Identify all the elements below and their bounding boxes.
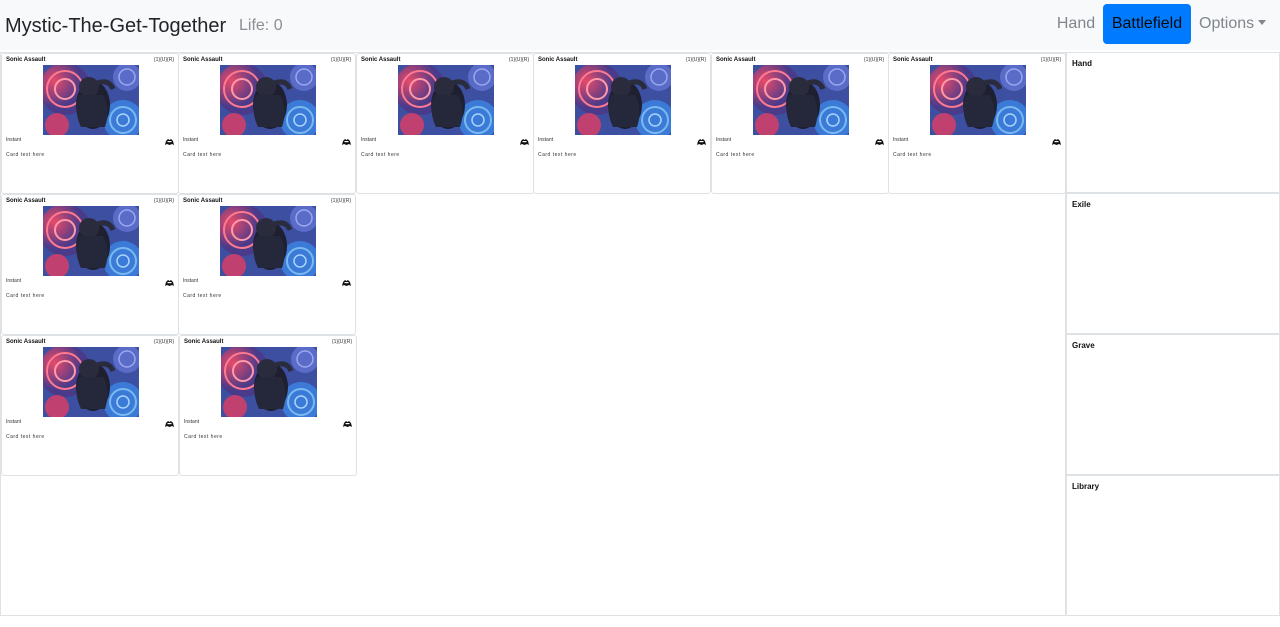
battlefield-card[interactable]: Sonic Assault {1}{U}{R} Instant Card tex… — [888, 53, 1066, 194]
nav-battlefield-link[interactable]: Battlefield — [1103, 4, 1191, 44]
card-text: Card text here — [6, 152, 45, 158]
card-text: Card text here — [6, 293, 45, 299]
card-art-image — [43, 206, 139, 276]
life-counter: Life: 0 — [239, 17, 283, 34]
card-mana-cost: {1}{U}{R} — [1040, 57, 1061, 63]
exile-zone[interactable]: Exile — [1066, 193, 1280, 334]
battlefield-card[interactable]: Sonic Assault {1}{U}{R} Instant Card tex… — [178, 53, 356, 194]
card-art-image — [220, 206, 316, 276]
options-dropdown[interactable]: Options — [1196, 4, 1272, 44]
card-art-image — [753, 65, 849, 135]
battlefield-card[interactable]: Sonic Assault {1}{U}{R} Instant Card tex… — [356, 53, 534, 194]
set-symbol-icon — [164, 415, 175, 427]
app-title[interactable]: Mystic-The-Get-Together — [5, 13, 226, 39]
card-name: Sonic Assault — [6, 57, 46, 63]
card-type: Instant — [183, 137, 199, 143]
set-symbol-icon — [519, 133, 530, 145]
top-navbar: Mystic-The-Get-Together Life: 0 Hand Bat… — [0, 0, 1280, 50]
card-art — [753, 65, 849, 135]
card-text: Card text here — [361, 152, 400, 158]
library-zone-label: Library — [1072, 482, 1100, 491]
card-name: Sonic Assault — [6, 198, 46, 204]
card-mana-cost: {1}{U}{R} — [508, 57, 529, 63]
card-type: Instant — [538, 137, 554, 143]
card-name: Sonic Assault — [184, 339, 224, 345]
card-name: Sonic Assault — [893, 57, 933, 63]
options-label: Options — [1199, 15, 1255, 32]
card-art-image — [43, 347, 139, 417]
battlefield-card[interactable]: Sonic Assault {1}{U}{R} Instant Card tex… — [533, 53, 711, 194]
card-text: Card text here — [893, 152, 932, 158]
battlefield-card[interactable]: Sonic Assault {1}{U}{R} Instant Card tex… — [179, 335, 357, 476]
exile-zone-label: Exile — [1072, 200, 1091, 209]
card-art — [575, 65, 671, 135]
card-text: Card text here — [184, 434, 223, 440]
card-art — [220, 65, 316, 135]
card-type: Instant — [183, 278, 199, 284]
set-symbol-icon — [164, 133, 175, 145]
hand-zone-label: Hand — [1072, 59, 1092, 68]
card-art — [43, 347, 139, 417]
card-art — [221, 347, 317, 417]
set-symbol-icon — [1051, 133, 1062, 145]
card-mana-cost: {1}{U}{R} — [863, 57, 884, 63]
set-symbol-icon — [341, 274, 352, 286]
battlefield-card[interactable]: Sonic Assault {1}{U}{R} Instant Card tex… — [711, 53, 889, 194]
card-art — [398, 65, 494, 135]
nav-hand-link[interactable]: Hand — [1050, 4, 1102, 44]
card-art-image — [930, 65, 1026, 135]
card-text: Card text here — [183, 293, 222, 299]
card-name: Sonic Assault — [538, 57, 578, 63]
set-symbol-icon — [696, 133, 707, 145]
card-name: Sonic Assault — [716, 57, 756, 63]
card-name: Sonic Assault — [183, 57, 223, 63]
card-text: Card text here — [716, 152, 755, 158]
card-art — [930, 65, 1026, 135]
card-art-image — [398, 65, 494, 135]
card-text: Card text here — [6, 434, 45, 440]
card-type: Instant — [893, 137, 909, 143]
card-mana-cost: {1}{U}{R} — [153, 198, 174, 204]
card-type: Instant — [6, 419, 22, 425]
card-art-image — [43, 65, 139, 135]
battlefield-card[interactable]: Sonic Assault {1}{U}{R} Instant Card tex… — [178, 194, 356, 335]
set-symbol-icon — [342, 415, 353, 427]
card-type: Instant — [6, 137, 22, 143]
grave-zone-label: Grave — [1072, 341, 1095, 350]
card-text: Card text here — [183, 152, 222, 158]
card-art-image — [221, 347, 317, 417]
card-text: Card text here — [538, 152, 577, 158]
card-mana-cost: {1}{U}{R} — [685, 57, 706, 63]
card-mana-cost: {1}{U}{R} — [330, 198, 351, 204]
library-zone[interactable]: Library — [1066, 475, 1280, 616]
card-art — [43, 65, 139, 135]
card-name: Sonic Assault — [183, 198, 223, 204]
card-mana-cost: {1}{U}{R} — [330, 57, 351, 63]
card-name: Sonic Assault — [361, 57, 401, 63]
card-type: Instant — [184, 419, 200, 425]
card-art-image — [220, 65, 316, 135]
set-symbol-icon — [874, 133, 885, 145]
card-type: Instant — [361, 137, 377, 143]
set-symbol-icon — [164, 274, 175, 286]
battlefield-card[interactable]: Sonic Assault {1}{U}{R} Instant Card tex… — [1, 335, 179, 476]
set-symbol-icon — [341, 133, 352, 145]
card-mana-cost: {1}{U}{R} — [153, 57, 174, 63]
card-art — [43, 206, 139, 276]
card-mana-cost: {1}{U}{R} — [331, 339, 352, 345]
hand-zone[interactable]: Hand — [1066, 52, 1280, 193]
card-name: Sonic Assault — [6, 339, 46, 345]
card-type: Instant — [716, 137, 732, 143]
card-art-image — [575, 65, 671, 135]
card-art — [220, 206, 316, 276]
battlefield-card[interactable]: Sonic Assault {1}{U}{R} Instant Card tex… — [1, 194, 179, 335]
card-mana-cost: {1}{U}{R} — [153, 339, 174, 345]
battlefield-card[interactable]: Sonic Assault {1}{U}{R} Instant Card tex… — [1, 53, 179, 194]
chevron-down-icon — [1258, 20, 1267, 25]
card-type: Instant — [6, 278, 22, 284]
grave-zone[interactable]: Grave — [1066, 334, 1280, 475]
